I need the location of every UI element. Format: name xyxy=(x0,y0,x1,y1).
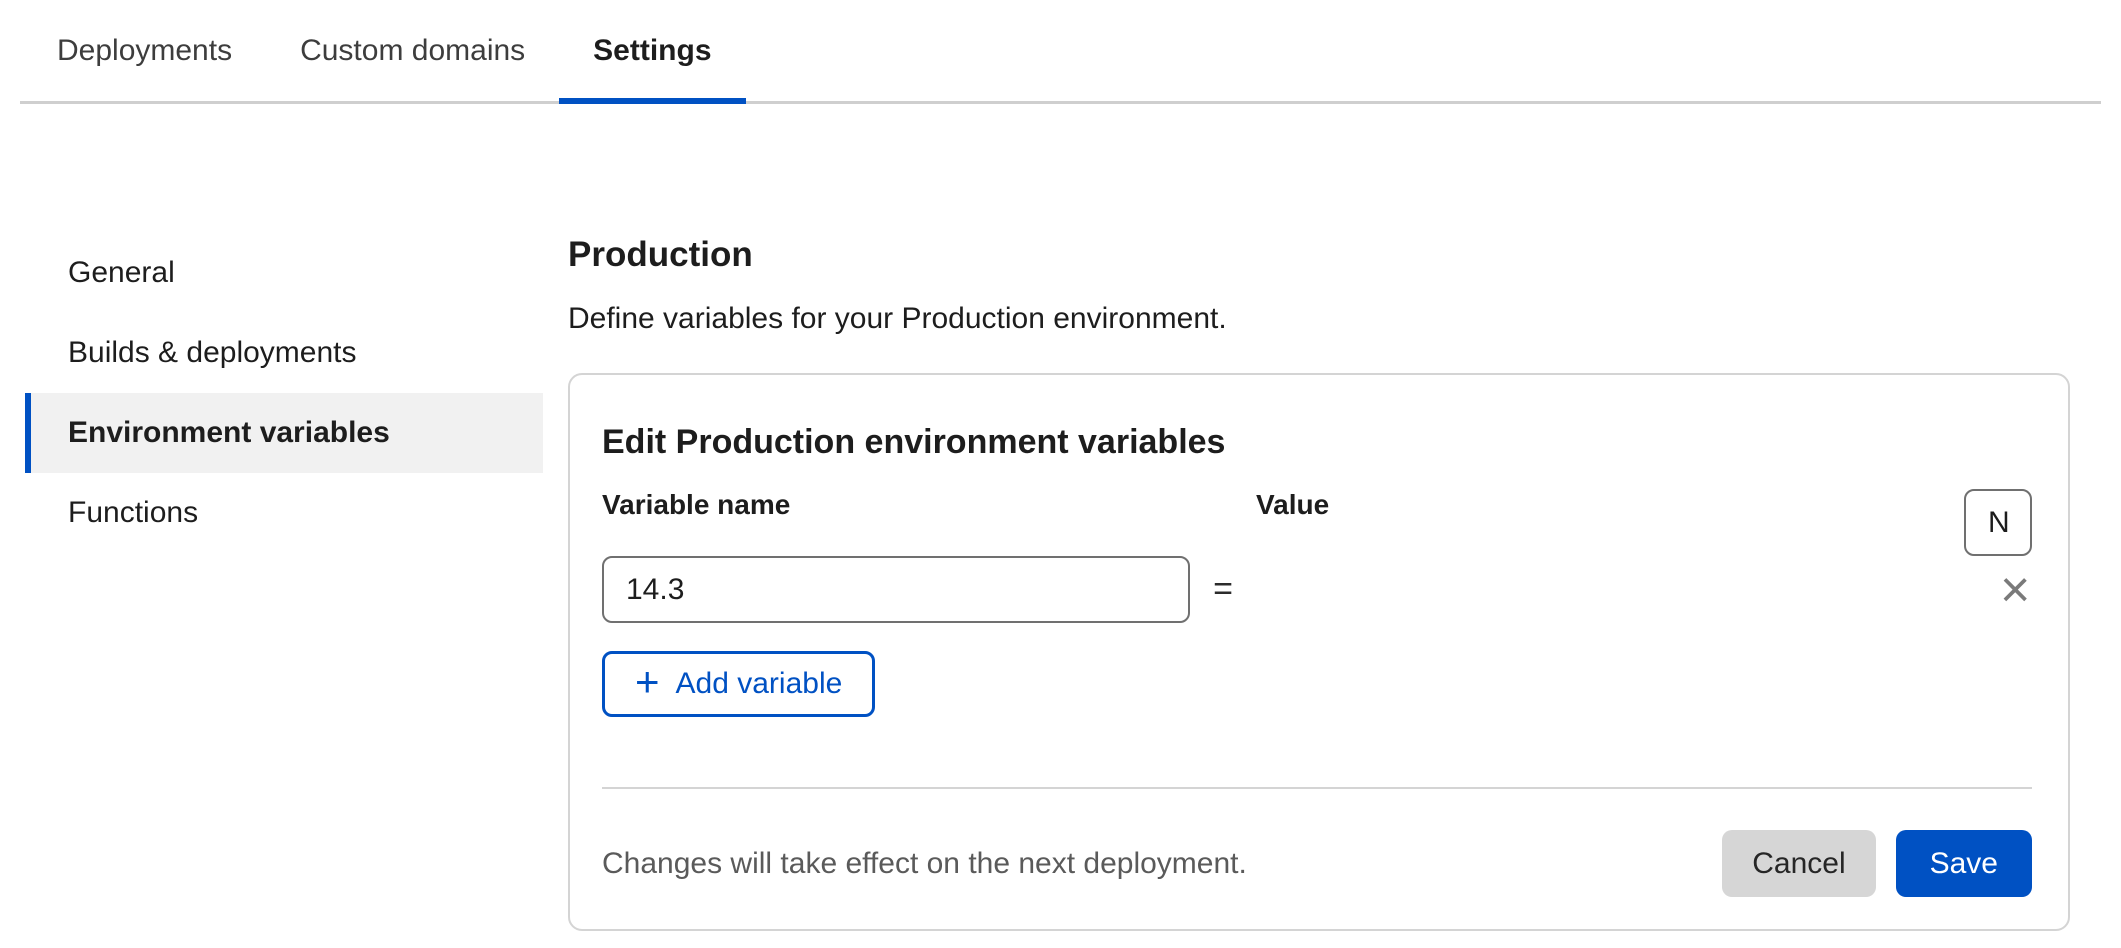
settings-sidebar: General Builds & deployments Environment… xyxy=(25,233,543,553)
section-description: Define variables for your Production env… xyxy=(568,299,2070,339)
card-title: Edit Production environment variables xyxy=(602,421,2032,463)
remove-variable-button[interactable]: × xyxy=(2000,564,2030,616)
project-tab-bar: Deployments Custom domains Settings xyxy=(20,0,2101,104)
tab-deployments[interactable]: Deployments xyxy=(23,0,266,104)
add-variable-button[interactable]: + Add variable xyxy=(602,651,875,717)
tab-settings[interactable]: Settings xyxy=(559,0,745,104)
sidebar-item-functions[interactable]: Functions xyxy=(25,473,543,553)
equals-sign: = xyxy=(1213,570,1233,609)
footer-note: Changes will take effect on the next dep… xyxy=(602,847,1247,881)
settings-content: General Builds & deployments Environment… xyxy=(0,104,2121,931)
variable-row: Variable name Value = × xyxy=(602,489,2032,623)
add-variable-label: Add variable xyxy=(676,667,843,701)
value-label: Value xyxy=(1256,489,1964,556)
variable-value-input[interactable] xyxy=(602,556,1190,623)
section-title: Production xyxy=(568,233,2070,277)
sidebar-item-environment-variables[interactable]: Environment variables xyxy=(25,393,543,473)
sidebar-item-general[interactable]: General xyxy=(25,233,543,313)
card-footer: Changes will take effect on the next dep… xyxy=(602,830,2032,897)
variable-name-input[interactable] xyxy=(1964,489,2032,556)
save-button[interactable]: Save xyxy=(1896,830,2032,897)
environment-variables-card: Edit Production environment variables Va… xyxy=(568,373,2070,931)
cancel-button[interactable]: Cancel xyxy=(1722,830,1875,897)
close-icon: × xyxy=(2000,561,2030,619)
footer-actions: Cancel Save xyxy=(1722,830,2032,897)
card-divider xyxy=(602,787,2032,789)
environment-variables-section: Production Define variables for your Pro… xyxy=(568,233,2070,931)
variable-name-label: Variable name xyxy=(602,489,1190,556)
tab-custom-domains[interactable]: Custom domains xyxy=(266,0,559,104)
plus-icon: + xyxy=(635,661,660,703)
sidebar-item-builds-deployments[interactable]: Builds & deployments xyxy=(25,313,543,393)
